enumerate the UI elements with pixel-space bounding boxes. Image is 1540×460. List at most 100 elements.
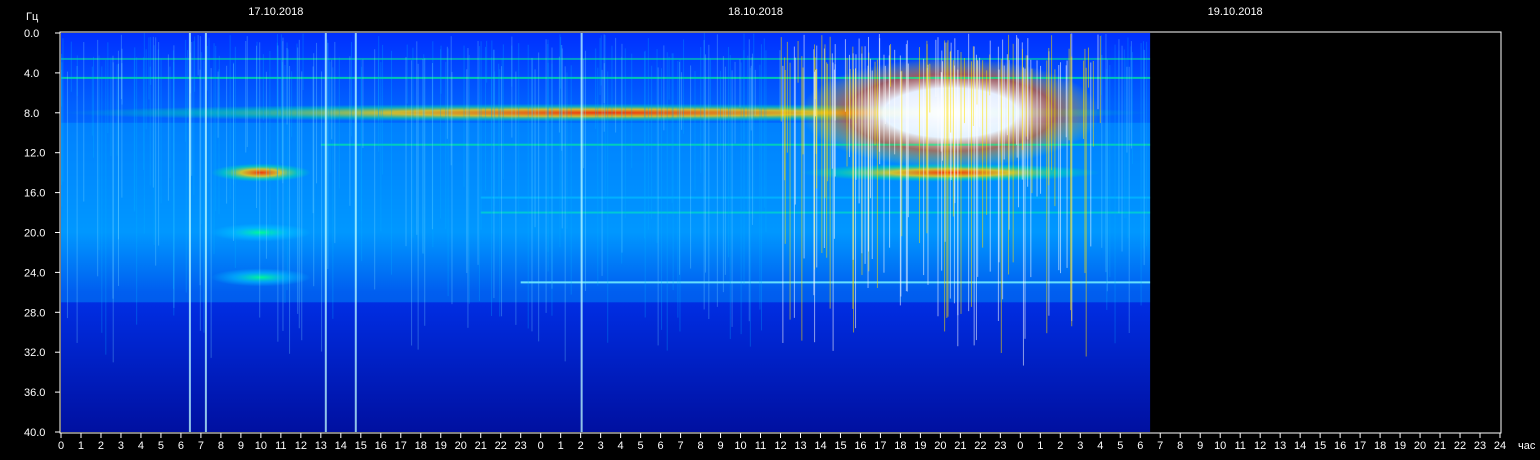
noise-streak	[739, 59, 741, 108]
noise-streak	[329, 61, 331, 173]
noise-streak	[112, 62, 114, 363]
noise-streak	[869, 58, 871, 199]
noise-streak	[615, 37, 617, 133]
noise-streak	[502, 44, 504, 180]
noise-streak	[621, 43, 623, 253]
noise-streak	[498, 63, 500, 198]
x-tick-label: 18	[415, 440, 427, 452]
noise-streak	[199, 36, 201, 331]
noise-streak	[1083, 60, 1085, 139]
noise-streak	[844, 39, 846, 112]
noise-streak	[561, 48, 563, 229]
x-tick-label: 18	[1374, 440, 1386, 452]
noise-streak	[876, 59, 878, 288]
noise-streak	[1066, 60, 1068, 268]
noise-streak	[121, 48, 123, 105]
spike-line	[354, 33, 357, 432]
noise-streak	[979, 57, 981, 128]
x-tick-label: 4	[138, 440, 144, 452]
noise-streak	[1126, 66, 1128, 153]
noise-streak	[136, 57, 138, 325]
x-tick-label: 20	[934, 440, 946, 452]
noise-streak	[564, 66, 566, 362]
noise-streak	[1016, 35, 1018, 145]
noise-streak	[1068, 48, 1070, 141]
noise-streak	[215, 45, 217, 211]
noise-streak	[155, 37, 157, 266]
noise-streak	[740, 62, 742, 335]
noise-streak	[173, 61, 175, 316]
noise-streak	[1048, 47, 1050, 186]
noise-streak	[265, 71, 267, 259]
noise-streak	[1097, 34, 1099, 110]
noise-streak	[600, 35, 602, 86]
noise-streak	[280, 34, 282, 115]
x-tick-label: 19	[914, 440, 926, 452]
noise-streak	[422, 59, 424, 254]
noise-streak	[531, 57, 533, 332]
noise-streak	[1121, 45, 1123, 252]
noise-streak	[793, 46, 795, 318]
x-tick-label: 7	[1157, 440, 1163, 452]
noise-streak	[874, 61, 876, 146]
noise-streak	[826, 62, 828, 258]
noise-streak	[657, 67, 659, 346]
x-tick-label: 13	[794, 440, 806, 452]
noise-streak	[973, 46, 975, 346]
x-tick-label: 9	[717, 440, 723, 452]
noise-streak	[382, 44, 384, 175]
noise-streak	[351, 41, 353, 137]
noise-streak	[361, 66, 363, 262]
noise-streak	[62, 38, 64, 182]
noise-streak	[824, 44, 826, 198]
noise-streak	[232, 63, 234, 241]
noise-streak	[187, 50, 189, 110]
noise-streak	[1070, 33, 1072, 311]
x-tick-label: 13	[315, 440, 327, 452]
x-tick-label: 6	[658, 440, 664, 452]
noise-streak	[338, 57, 340, 189]
noise-streak	[76, 55, 78, 96]
y-tick-label: 40.0	[24, 427, 45, 439]
noise-streak	[499, 69, 501, 317]
x-tick-label: 3	[598, 440, 604, 452]
noise-streak	[815, 69, 817, 117]
noise-streak	[1106, 69, 1108, 310]
noise-streak	[431, 63, 433, 230]
noise-streak	[583, 58, 585, 169]
noise-streak	[491, 57, 493, 316]
noise-streak	[494, 71, 496, 206]
noise-streak	[1003, 65, 1005, 160]
x-tick-label: 6	[1137, 440, 1143, 452]
noise-streak	[66, 71, 68, 319]
y-tick-label: 16.0	[24, 188, 45, 200]
noise-streak	[1000, 59, 1002, 353]
noise-streak	[683, 39, 685, 134]
noise-streak	[110, 57, 112, 156]
y-tick-label: 0.0	[24, 28, 39, 40]
noise-streak	[884, 65, 886, 125]
x-tick-label: 21	[1434, 440, 1446, 452]
noise-streak	[929, 63, 931, 113]
noise-streak	[941, 72, 943, 271]
noise-streak	[92, 56, 94, 158]
noise-streak	[566, 72, 568, 229]
noise-streak	[782, 65, 784, 343]
noise-streak	[1099, 35, 1101, 124]
noise-streak	[269, 50, 271, 241]
noise-streak	[480, 41, 482, 230]
noise-streak	[1017, 38, 1019, 208]
noise-streak	[451, 71, 453, 305]
x-tick-label: 0	[1017, 440, 1023, 452]
x-tick-label: 17	[1354, 440, 1366, 452]
noise-streak	[1087, 47, 1089, 88]
noise-streak	[117, 50, 119, 240]
noise-streak	[968, 33, 970, 312]
narrowband-line	[520, 281, 1151, 284]
x-tick-label: 7	[198, 440, 204, 452]
noise-streak	[142, 57, 144, 170]
noise-streak	[1114, 44, 1116, 344]
noise-streak	[406, 44, 408, 104]
noise-streak	[690, 65, 692, 269]
noise-streak	[467, 48, 469, 328]
